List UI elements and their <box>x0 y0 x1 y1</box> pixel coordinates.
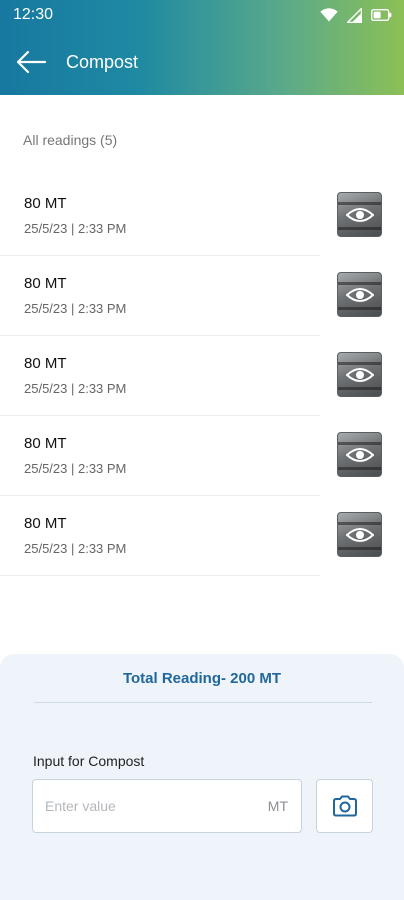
list-item[interactable]: 80 MT 25/5/23 | 2:33 PM <box>0 256 404 336</box>
eye-icon <box>346 288 374 302</box>
row-divider <box>0 575 320 576</box>
eye-icon <box>346 208 374 222</box>
readings-header: All readings (5) <box>23 132 118 148</box>
reading-photo-thumbnail[interactable] <box>337 272 382 317</box>
back-button[interactable] <box>15 48 47 76</box>
compost-value-input[interactable] <box>45 780 245 832</box>
status-icons <box>320 7 392 23</box>
reading-timestamp: 25/5/23 | 2:33 PM <box>24 381 127 396</box>
status-bar: 12:30 <box>0 0 404 30</box>
list-item[interactable]: 80 MT 25/5/23 | 2:33 PM <box>0 416 404 496</box>
eye-icon <box>346 368 374 382</box>
toolbar: Compost <box>0 44 404 80</box>
reading-timestamp: 25/5/23 | 2:33 PM <box>24 541 127 556</box>
camera-icon <box>332 795 357 817</box>
reading-value: 80 MT <box>24 355 67 372</box>
reading-timestamp: 25/5/23 | 2:33 PM <box>24 221 127 236</box>
panel-divider <box>34 702 372 703</box>
reading-photo-thumbnail[interactable] <box>337 512 382 557</box>
input-label: Input for Compost <box>33 753 145 769</box>
app-bar: 12:30 Compost <box>0 0 404 95</box>
list-item[interactable]: 80 MT 25/5/23 | 2:33 PM <box>0 176 404 256</box>
battery-icon <box>371 9 392 21</box>
reading-photo-thumbnail[interactable] <box>337 352 382 397</box>
reading-value: 80 MT <box>24 515 67 532</box>
reading-value: 80 MT <box>24 275 67 292</box>
compost-input-field[interactable]: MT <box>32 779 302 833</box>
status-time: 12:30 <box>13 6 54 23</box>
unit-label: MT <box>267 798 288 814</box>
cellular-signal-icon <box>347 7 362 23</box>
camera-button[interactable] <box>316 779 373 833</box>
reading-photo-thumbnail[interactable] <box>337 192 382 237</box>
page-title: Compost <box>66 52 139 72</box>
reading-value: 80 MT <box>24 435 67 452</box>
bottom-panel: Total Reading- 200 MT Input for Compost … <box>0 654 404 900</box>
reading-value: 80 MT <box>24 195 67 212</box>
list-item[interactable]: 80 MT 25/5/23 | 2:33 PM <box>0 496 404 576</box>
arrow-left-icon <box>16 50 47 74</box>
eye-icon <box>346 448 374 462</box>
eye-icon <box>346 528 374 542</box>
total-reading: Total Reading- 200 MT <box>122 670 282 687</box>
reading-timestamp: 25/5/23 | 2:33 PM <box>24 461 127 476</box>
list-item[interactable]: 80 MT 25/5/23 | 2:33 PM <box>0 336 404 416</box>
reading-timestamp: 25/5/23 | 2:33 PM <box>24 301 127 316</box>
readings-list: 80 MT 25/5/23 | 2:33 PM 80 MT 25/5/23 | … <box>0 176 404 576</box>
reading-photo-thumbnail[interactable] <box>337 432 382 477</box>
wifi-icon <box>320 8 338 22</box>
